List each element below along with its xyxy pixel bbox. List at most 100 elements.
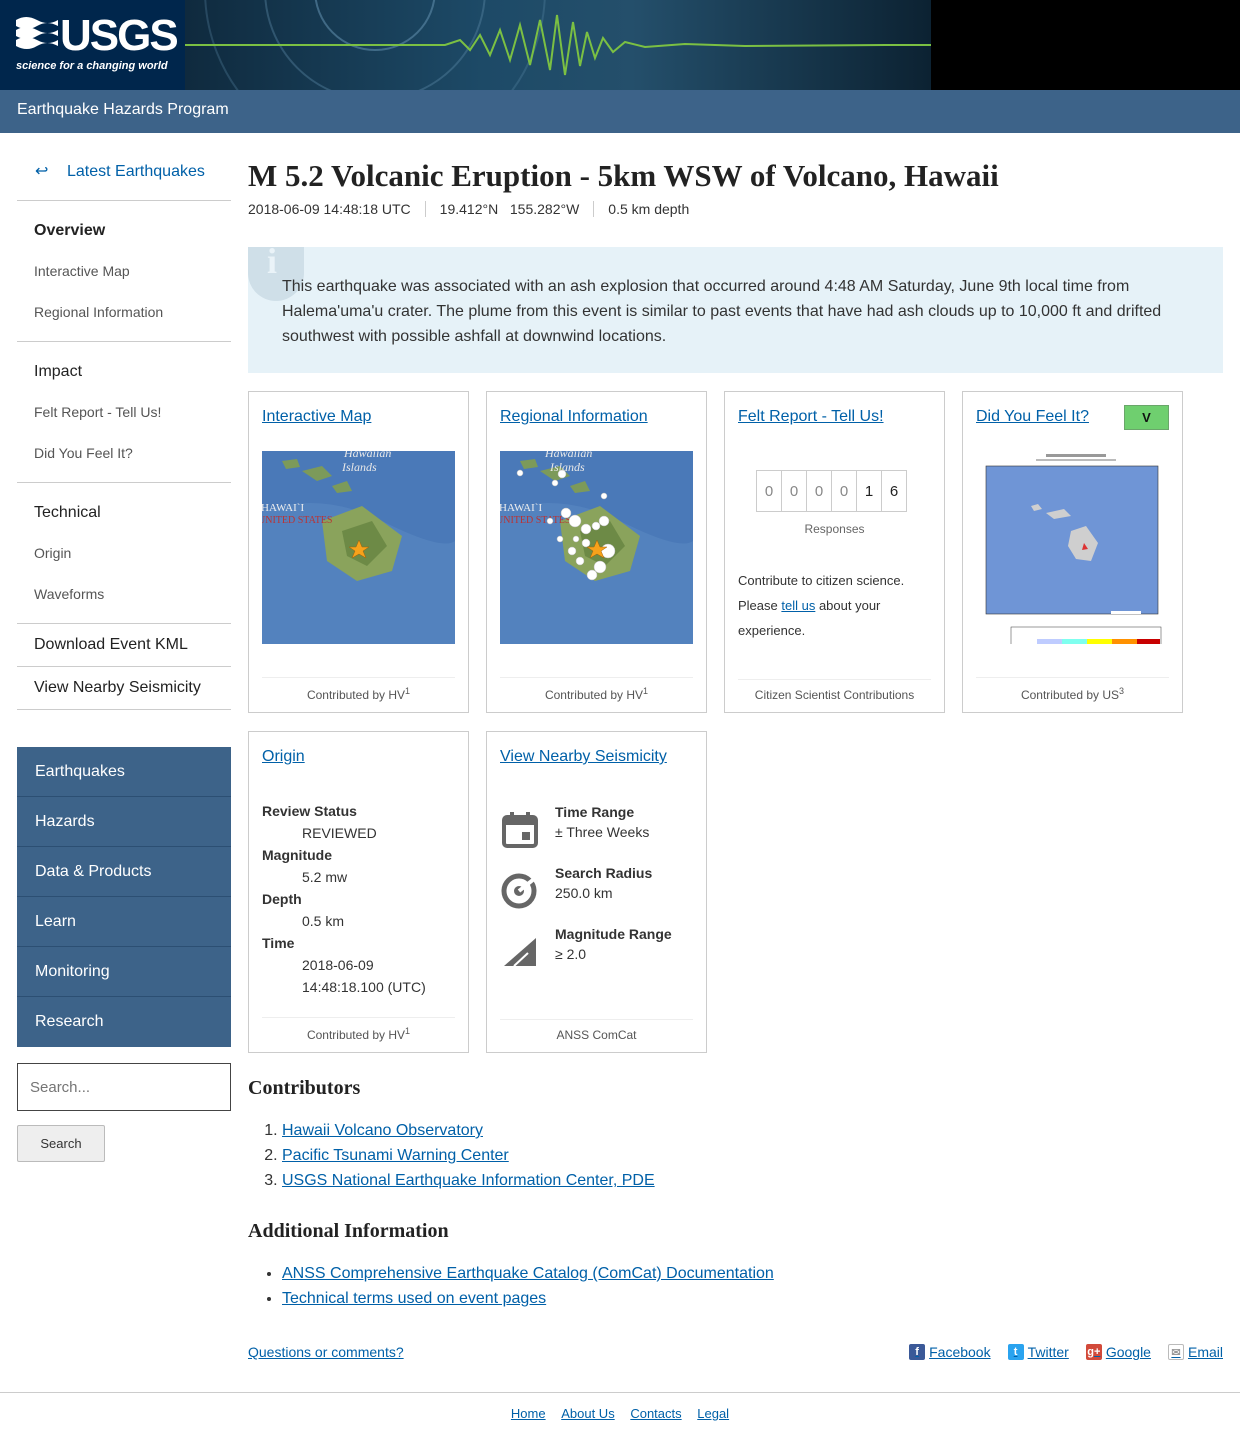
questions-link[interactable]: Questions or comments? bbox=[248, 1344, 404, 1360]
sidebar-item-interactive-map[interactable]: Interactive Map bbox=[34, 251, 231, 292]
card-title-origin[interactable]: Origin bbox=[262, 748, 455, 766]
info-alert: i This earthquake was associated with an… bbox=[248, 247, 1223, 373]
share-links: f Facebook t Twitter g+ Google ✉ Email bbox=[892, 1344, 1223, 1360]
calendar-icon bbox=[502, 812, 538, 848]
card-foot-dyfi: Contributed by US3 bbox=[976, 677, 1169, 702]
search-radius-label: Search Radius bbox=[555, 865, 653, 881]
felt-description: Contribute to citizen science. Please te… bbox=[738, 573, 905, 638]
magnitude-range-value: ≥ 2.0 bbox=[555, 946, 587, 962]
card-interactive-map: Interactive Map Hawaiian Islands HAWAI`I… bbox=[248, 391, 469, 713]
list-item: Hawaii Volcano Observatory bbox=[282, 1118, 1223, 1143]
sidebar-item-origin[interactable]: Origin bbox=[34, 533, 231, 574]
footer-about-link[interactable]: About Us bbox=[561, 1406, 614, 1421]
card-foot-felt: Citizen Scientist Contributions bbox=[738, 679, 931, 702]
time-label: Time bbox=[262, 935, 295, 951]
list-item: USGS National Earthquake Information Cen… bbox=[282, 1168, 1223, 1193]
event-location: 19.412°N 155.282°W bbox=[424, 201, 594, 217]
sidebar-item-impact[interactable]: Impact bbox=[34, 350, 231, 392]
site-header: USGS science for a changing world bbox=[0, 0, 1240, 90]
contributor-link[interactable]: Pacific Tsunami Warning Center bbox=[282, 1147, 509, 1164]
site-footer: Home About Us Contacts Legal bbox=[0, 1406, 1240, 1421]
responses-label: Responses bbox=[804, 522, 865, 536]
review-status-label: Review Status bbox=[262, 803, 357, 819]
magnitude-range-label: Magnitude Range bbox=[555, 926, 672, 942]
search-button[interactable]: Search bbox=[17, 1125, 105, 1162]
search-input[interactable] bbox=[17, 1063, 231, 1111]
sidebar-item-nearby-seismicity[interactable]: View Nearby Seismicity bbox=[17, 667, 231, 710]
magnitude-value: 5.2 mw bbox=[302, 869, 348, 885]
footer-contacts-link[interactable]: Contacts bbox=[630, 1406, 681, 1421]
additional-info-section: Additional Information ANSS Comprehensiv… bbox=[248, 1220, 1223, 1311]
event-time: 2018-06-09 14:48:18 UTC bbox=[248, 201, 411, 217]
card-foot-nearby: ANSS ComCat bbox=[500, 1019, 693, 1042]
summary-cards-row-1: Interactive Map Hawaiian Islands HAWAI`I… bbox=[248, 391, 1223, 713]
radius-target-icon bbox=[501, 873, 537, 909]
contributor-link[interactable]: USGS National Earthquake Information Cen… bbox=[282, 1172, 655, 1189]
sidebar-item-download-kml[interactable]: Download Event KML bbox=[17, 624, 231, 667]
list-item: Pacific Tsunami Warning Center bbox=[282, 1143, 1223, 1168]
contributor-link[interactable]: Hawaii Volcano Observatory bbox=[282, 1122, 483, 1139]
comcat-doc-link[interactable]: ANSS Comprehensive Earthquake Catalog (C… bbox=[282, 1265, 774, 1282]
latest-earthquakes-link[interactable]: ↩ Latest Earthquakes bbox=[17, 133, 231, 201]
counter-digit: 0 bbox=[781, 470, 807, 512]
card-title-felt-report[interactable]: Felt Report - Tell Us! bbox=[738, 408, 931, 426]
share-facebook[interactable]: f Facebook bbox=[909, 1344, 991, 1360]
share-twitter[interactable]: t Twitter bbox=[1007, 1344, 1069, 1360]
nav-hazards[interactable]: Hazards bbox=[17, 797, 231, 847]
share-google[interactable]: g+ Google bbox=[1085, 1344, 1151, 1360]
counter-digit: 0 bbox=[806, 470, 832, 512]
usgs-logo[interactable]: USGS science for a changing world bbox=[0, 0, 185, 90]
counter-digit: 6 bbox=[881, 470, 907, 512]
nav-earthquakes[interactable]: Earthquakes bbox=[17, 747, 231, 797]
contributors-list: Hawaii Volcano Observatory Pacific Tsuna… bbox=[282, 1118, 1223, 1193]
sidebar-item-regional-information[interactable]: Regional Information bbox=[34, 292, 231, 333]
google-plus-icon: g+ bbox=[1085, 1344, 1102, 1360]
sidebar-item-overview[interactable]: Overview bbox=[34, 209, 231, 251]
contributors-heading: Contributors bbox=[248, 1077, 361, 1099]
card-foot-origin: Contributed by HV1 bbox=[262, 1017, 455, 1042]
tell-us-link[interactable]: tell us bbox=[781, 598, 815, 613]
card-title-regional-information[interactable]: Regional Information bbox=[500, 408, 693, 426]
event-summary: 2018-06-09 14:48:18 UTC 19.412°N 155.282°… bbox=[248, 201, 1223, 223]
footer-home-link[interactable]: Home bbox=[511, 1406, 546, 1421]
sidebar-item-waveforms[interactable]: Waveforms bbox=[34, 574, 231, 615]
card-dyfi: Did You Feel It? V Contributed by US3 bbox=[962, 391, 1183, 713]
sidebar-item-felt-report[interactable]: Felt Report - Tell Us! bbox=[34, 392, 231, 433]
nav-monitoring[interactable]: Monitoring bbox=[17, 947, 231, 997]
map-label-hawaiian: Hawaiian bbox=[343, 451, 391, 460]
alert-text: This earthquake was associated with an a… bbox=[282, 278, 1162, 345]
nav-learn[interactable]: Learn bbox=[17, 897, 231, 947]
map-label-hawaii: HAWAI`I bbox=[500, 502, 542, 514]
map-label-islands: Islands bbox=[549, 460, 585, 474]
response-counter: 0 0 0 0 1 6 bbox=[756, 470, 907, 512]
latest-earthquakes-label: Latest Earthquakes bbox=[67, 163, 205, 180]
back-arrow-icon: ↩ bbox=[35, 163, 49, 180]
card-title-nearby-seismicity[interactable]: View Nearby Seismicity bbox=[500, 748, 693, 766]
nav-data-products[interactable]: Data & Products bbox=[17, 847, 231, 897]
usgs-wave-icon bbox=[16, 17, 58, 49]
interactive-map-thumbnail[interactable]: Hawaiian Islands HAWAI`I UNITED STATES bbox=[262, 451, 455, 644]
sidebar-section-overview: Overview Interactive Map Regional Inform… bbox=[17, 201, 231, 342]
contributors-section: Contributors Hawaii Volcano Observatory … bbox=[248, 1077, 1223, 1193]
additional-info-heading: Additional Information bbox=[248, 1220, 449, 1242]
map-label-hawaiian: Hawaiian bbox=[544, 451, 592, 460]
dyfi-intensity-map-thumbnail[interactable] bbox=[976, 451, 1169, 644]
nav-research[interactable]: Research bbox=[17, 997, 231, 1047]
map-label-us: UNITED STATES bbox=[262, 515, 332, 526]
sidebar-item-dyfi[interactable]: Did You Feel It? bbox=[34, 433, 231, 474]
card-nearby-seismicity: View Nearby Seismicity Time Range ± Thre… bbox=[486, 731, 707, 1053]
card-foot-interactive-map: Contributed by HV1 bbox=[262, 677, 455, 702]
footer-legal-link[interactable]: Legal bbox=[697, 1406, 729, 1421]
logo-tagline: science for a changing world bbox=[16, 60, 168, 72]
twitter-icon: t bbox=[1007, 1344, 1024, 1360]
magnitude-label: Magnitude bbox=[262, 847, 332, 863]
technical-terms-link[interactable]: Technical terms used on event pages bbox=[282, 1290, 546, 1307]
card-origin: Origin Review Status REVIEWED Magnitude … bbox=[248, 731, 469, 1053]
program-title[interactable]: Earthquake Hazards Program bbox=[17, 101, 229, 119]
counter-digit: 1 bbox=[856, 470, 882, 512]
time-range-value: ± Three Weeks bbox=[555, 824, 650, 840]
sidebar-item-technical[interactable]: Technical bbox=[34, 491, 231, 533]
regional-map-thumbnail[interactable]: Hawaiian Islands HAWAI`I UNITED STATES bbox=[500, 451, 693, 644]
card-title-interactive-map[interactable]: Interactive Map bbox=[262, 408, 455, 426]
share-email[interactable]: ✉ Email bbox=[1167, 1344, 1223, 1360]
